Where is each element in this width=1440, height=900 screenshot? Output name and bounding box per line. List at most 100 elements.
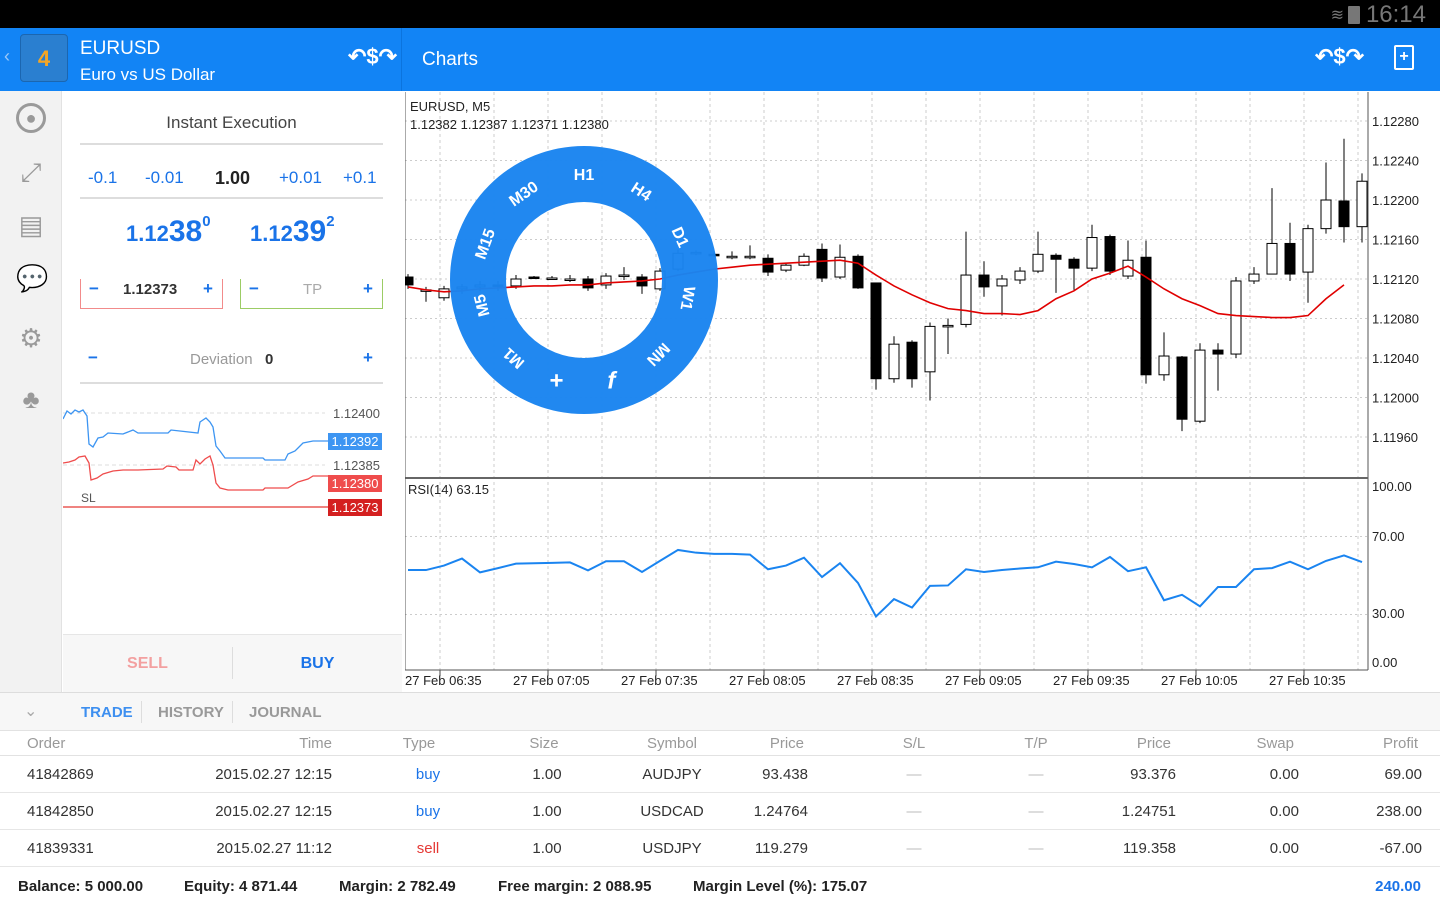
column-header[interactable]: Price bbox=[770, 735, 804, 752]
price-chart[interactable]: 1.12280 1.12240 1.12200 1.12160 1.12120 1.120… bbox=[402, 92, 1440, 692]
terminal-tabs: ⌄ TRADE HISTORY JOURNAL bbox=[0, 693, 1440, 731]
community-icon[interactable]: ♣ bbox=[16, 384, 46, 414]
table-cell: 41842850 bbox=[27, 803, 94, 820]
sl-plus-button[interactable]: + bbox=[203, 279, 213, 299]
back-chevron-icon[interactable]: ‹ bbox=[4, 46, 10, 67]
quotes-currency-icon[interactable]: ↶$↷ bbox=[348, 44, 397, 70]
account-icon[interactable]: ● bbox=[16, 103, 46, 133]
sl-price-tag: 1.12373 bbox=[328, 499, 382, 516]
table-cell: USDJPY bbox=[642, 840, 702, 857]
volume-plus-0.01[interactable]: +0.01 bbox=[279, 168, 322, 188]
column-header[interactable]: Symbol bbox=[612, 735, 732, 752]
ask-price: 1.12392 bbox=[250, 213, 335, 248]
candle-bull bbox=[996, 278, 1008, 287]
trade-icon[interactable]: ⤢ bbox=[16, 157, 46, 187]
symbol-description: Euro vs US Dollar bbox=[80, 65, 216, 84]
candle-bear bbox=[1176, 356, 1188, 420]
column-header[interactable]: Price bbox=[1137, 735, 1171, 752]
free-margin: Free margin: 2 088.95 bbox=[498, 878, 652, 895]
table-cell: 1.00 bbox=[532, 840, 562, 857]
table-cell: — bbox=[1028, 840, 1044, 857]
candle-bear bbox=[978, 274, 990, 288]
table-cell: USDCAD bbox=[640, 803, 704, 820]
table-row[interactable]: 41842850 2015.02.27 12:15 buy 1.00 USDCAD 1.2… bbox=[0, 793, 1440, 830]
candle-bear bbox=[582, 278, 594, 289]
table-cell: 41842869 bbox=[27, 766, 94, 783]
tp-minus-button[interactable]: − bbox=[249, 279, 259, 299]
column-header[interactable]: T/P bbox=[976, 735, 1096, 752]
sl-minus-button[interactable]: − bbox=[89, 279, 99, 299]
timeframe-H1[interactable]: H1 bbox=[574, 167, 595, 184]
time-tick-label: 27 Feb 07:05 bbox=[513, 673, 590, 688]
balance: Balance: 5 000.00 bbox=[18, 878, 144, 895]
candle-bull bbox=[1266, 242, 1278, 275]
deviation-field[interactable]: − Deviation 0 + bbox=[80, 346, 383, 384]
candle-bull bbox=[888, 343, 900, 380]
tab-journal[interactable]: JOURNAL bbox=[249, 704, 322, 721]
ask-tick-line bbox=[62, 409, 328, 461]
time-tick-label: 27 Feb 08:35 bbox=[837, 673, 914, 688]
execution-type-select[interactable]: Instant Execution bbox=[80, 109, 383, 145]
tp-plus-button[interactable]: + bbox=[363, 279, 373, 299]
column-header[interactable]: Order bbox=[27, 735, 65, 752]
take-profit-field[interactable]: − TP + bbox=[240, 279, 383, 309]
column-header[interactable]: Size bbox=[484, 735, 604, 752]
deviation-label: Deviation bbox=[190, 351, 253, 368]
tab-trade[interactable]: TRADE bbox=[81, 704, 133, 721]
sidebar: ● ⤢ ▤ 💬 ⚙ ♣ bbox=[0, 91, 62, 692]
buy-button[interactable]: BUY bbox=[233, 635, 402, 693]
table-cell: 69.00 bbox=[1384, 766, 1422, 783]
settings-icon[interactable]: ⚙ bbox=[16, 323, 46, 353]
tp-placeholder[interactable]: TP bbox=[303, 281, 322, 298]
column-header[interactable]: Type bbox=[359, 735, 479, 752]
tab-history[interactable]: HISTORY bbox=[158, 704, 224, 721]
candle-bull bbox=[1356, 180, 1368, 228]
chart-canvas[interactable]: 1.12280 1.12240 1.12200 1.12160 1.12120 1.120… bbox=[402, 92, 1440, 692]
column-header[interactable]: Time bbox=[299, 735, 332, 752]
status-bar: ≋ 16:14 bbox=[0, 0, 1440, 28]
volume-minus-0.1[interactable]: -0.1 bbox=[88, 168, 117, 188]
table-row[interactable]: 41839331 2015.02.27 11:12 sell 1.00 USDJPY 11… bbox=[0, 830, 1440, 867]
rsi-tick-label: 0.00 bbox=[1372, 655, 1397, 670]
chat-icon[interactable]: 💬 bbox=[16, 263, 48, 293]
candle-bear bbox=[1338, 200, 1350, 228]
volume-minus-0.01[interactable]: -0.01 bbox=[145, 168, 184, 188]
ask-price-tag: 1.12392 bbox=[328, 433, 382, 450]
price-tick-label: 1.12120 bbox=[1372, 272, 1419, 287]
deviation-plus-button[interactable]: + bbox=[363, 348, 373, 368]
collapse-chevron-icon[interactable]: ⌄ bbox=[24, 701, 37, 721]
column-header[interactable]: Swap bbox=[1256, 735, 1294, 752]
candle-bear bbox=[1050, 254, 1062, 260]
margin-level: Margin Level (%): 175.07 bbox=[693, 878, 868, 895]
column-header[interactable]: S/L bbox=[854, 735, 974, 752]
stop-loss-field[interactable]: − 1.12373 + bbox=[80, 279, 223, 309]
table-cell: 1.24751 bbox=[1121, 803, 1176, 820]
table-cell: 1.24764 bbox=[753, 803, 808, 820]
table-cell: — bbox=[906, 803, 922, 820]
sl-value[interactable]: 1.12373 bbox=[123, 281, 177, 298]
mt4-logo[interactable]: 4 bbox=[20, 34, 68, 82]
volume-value[interactable]: 1.00 bbox=[215, 168, 250, 189]
table-cell: 119.358 bbox=[1122, 840, 1176, 857]
candle-bear bbox=[906, 341, 918, 380]
candle-bear bbox=[1284, 242, 1296, 275]
price-tick-label: 1.12000 bbox=[1372, 391, 1419, 406]
candle-bull bbox=[510, 278, 522, 287]
time-tick-label: 27 Feb 10:05 bbox=[1161, 673, 1238, 688]
bid-price: 1.12380 bbox=[126, 213, 211, 248]
candle-bear bbox=[1104, 236, 1116, 272]
candle-bull bbox=[1248, 273, 1260, 282]
trade-currency-icon[interactable]: ↶$↷ bbox=[1315, 44, 1364, 70]
timeframe-crosshair-icon[interactable]: + bbox=[550, 367, 564, 394]
candle-bull bbox=[546, 277, 558, 281]
news-icon[interactable]: ▤ bbox=[16, 210, 46, 240]
sell-button[interactable]: SELL bbox=[63, 635, 232, 693]
column-header[interactable]: Profit bbox=[1383, 735, 1418, 752]
new-order-icon[interactable]: + bbox=[1394, 45, 1414, 70]
candle-bull bbox=[1158, 355, 1170, 376]
volume-plus-0.1[interactable]: +0.1 bbox=[343, 168, 377, 188]
price-tick-label: 1.12200 bbox=[1372, 193, 1419, 208]
candle-bull bbox=[1086, 237, 1098, 269]
deviation-minus-button[interactable]: − bbox=[88, 348, 98, 368]
table-row[interactable]: 41842869 2015.02.27 12:15 buy 1.00 AUDJPY 93.… bbox=[0, 756, 1440, 793]
